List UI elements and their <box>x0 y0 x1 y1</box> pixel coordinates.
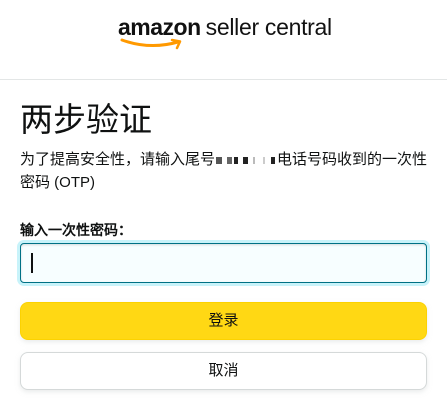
page-title: 两步验证 <box>20 101 152 138</box>
logo-brand-text: amazon <box>118 14 201 40</box>
two-step-verification-form: 两步验证 为了提高安全性，请输入尾号 电话号码收到的一次性密码 (OTP) 输入一… <box>0 80 447 400</box>
amazon-smile-icon <box>120 38 182 50</box>
cancel-button[interactable]: 取消 <box>20 352 427 390</box>
header: amazon seller central <box>0 0 447 80</box>
instructions-text-start: 为了提高安全性，请输入尾号 <box>20 151 216 168</box>
otp-input[interactable] <box>20 243 427 283</box>
redacted-phone-digits <box>215 155 277 166</box>
logo-product-text: seller central <box>205 14 332 40</box>
amazon-seller-central-logo[interactable]: amazon seller central <box>118 14 332 54</box>
otp-label: 输入一次性密码： <box>20 222 132 238</box>
text-caret <box>31 253 33 273</box>
sign-in-button[interactable]: 登录 <box>20 302 427 340</box>
otp-instructions: 为了提高安全性，请输入尾号 电话号码收到的一次性密码 (OTP) <box>20 148 430 194</box>
